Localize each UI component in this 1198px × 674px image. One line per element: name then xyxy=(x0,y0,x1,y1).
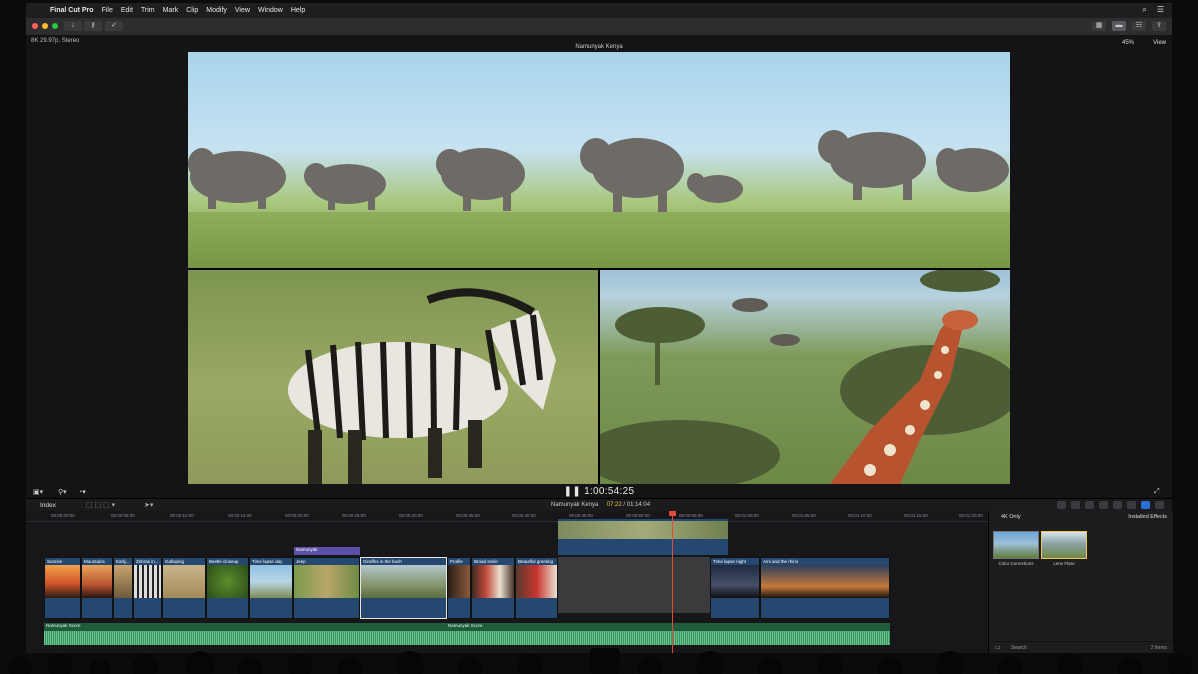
solo-icon[interactable] xyxy=(1085,501,1094,509)
zoom-window-button[interactable] xyxy=(52,23,58,29)
effects-browser: 4K Only Installed Effects Color Correcti… xyxy=(988,511,1173,653)
ruler-tick: 00:00:55:00 xyxy=(679,513,703,518)
effects-browser-icon[interactable] xyxy=(1141,501,1150,509)
keyword-icon[interactable]: ⚷ xyxy=(84,21,102,31)
import-icon[interactable]: ↓ xyxy=(64,21,82,31)
ruler-tick: 00:00:20:00 xyxy=(285,513,309,518)
toolbar: ↓ ⚷ ✓ ▦ ▬ ☷ ⇪ xyxy=(26,18,1172,36)
gap-clip[interactable] xyxy=(558,557,710,613)
skimming-icon[interactable] xyxy=(1071,501,1080,509)
share-icon[interactable]: ⇪ xyxy=(1152,21,1166,31)
project-info: Namunyak Kenya 07:22 / 01:14:04 xyxy=(551,502,651,508)
window-controls xyxy=(32,23,58,29)
select-tool-icon[interactable]: ➤▾ xyxy=(144,501,153,509)
menu-mark[interactable]: Mark xyxy=(163,7,179,14)
clip-sunrise[interactable]: Sunrise xyxy=(44,557,81,619)
audio-meter-icon[interactable] xyxy=(1057,501,1066,509)
viewer-timecode: ❚❚ 1:00:54:25 xyxy=(563,486,635,497)
clip-beautiful-greeting[interactable]: Beautiful greeting xyxy=(515,557,558,619)
project-duration: 01:14:04 xyxy=(626,502,651,508)
ruler-tick: 00:00:00:00 xyxy=(51,513,75,518)
menu-modify[interactable]: Modify xyxy=(206,7,227,14)
snapping-icon[interactable] xyxy=(1099,501,1108,509)
effect-lens-flare[interactable]: Lens Flare xyxy=(1041,531,1087,566)
elephants-frame xyxy=(188,52,1010,268)
playhead[interactable] xyxy=(672,511,673,653)
list-icon[interactable]: ☰ xyxy=(1157,5,1164,15)
menu-window[interactable]: Window xyxy=(258,7,283,14)
giraffe-frame xyxy=(600,270,1010,484)
clip-ami-and-the-rhino[interactable]: Ami and the rhino xyxy=(760,557,890,619)
viewer-clip-title: Namunyak Kenya xyxy=(575,44,623,50)
timeline-header: Index ⬚ ⬚ ⬚ ▾ ➤▾ Namunyak Kenya 07:22 / … xyxy=(26,498,1172,512)
current-position: 07:22 xyxy=(606,502,622,508)
inspector-toggle-icon[interactable]: ☷ xyxy=(1132,21,1146,31)
timeline-toggle-icon[interactable]: ▬ xyxy=(1112,21,1126,31)
menu-clip[interactable]: Clip xyxy=(186,7,198,14)
menu-trim[interactable]: Trim xyxy=(141,7,155,14)
ruler-tick: 00:00:50:00 xyxy=(626,513,650,518)
ruler-tick: 00:00:40:00 xyxy=(512,513,536,518)
audience-silhouettes xyxy=(8,648,1193,674)
ruler-tick: 00:01:00:00 xyxy=(735,513,759,518)
viewer-canvas[interactable] xyxy=(188,52,1010,484)
clip-zebras[interactable]: Zebras in... xyxy=(133,557,162,619)
edit-tools-icon[interactable]: ⬚ ⬚ ⬚ ▾ xyxy=(86,501,115,509)
clip-profile[interactable]: Profile xyxy=(447,557,471,619)
timeline-right-controls xyxy=(1057,501,1164,509)
menu-view[interactable]: View xyxy=(235,7,250,14)
ruler-tick: 00:01:15:00 xyxy=(904,513,928,518)
close-window-button[interactable] xyxy=(32,23,38,29)
clip-time-lapse-day[interactable]: Time lapse day xyxy=(249,557,293,619)
ruler-tick: 00:00:35:00 xyxy=(456,513,480,518)
background-tasks-icon[interactable]: ✓ xyxy=(105,21,123,31)
connected-clip[interactable] xyxy=(558,519,728,555)
view-dropdown[interactable]: View xyxy=(1153,40,1166,46)
clip-time-lapse-night[interactable]: Time lapse night xyxy=(710,557,760,619)
menu-file[interactable]: File xyxy=(102,7,113,14)
title-clip[interactable]: Namunyak xyxy=(294,547,360,555)
effects-header: 4K Only Installed Effects xyxy=(989,511,1173,521)
app-screen: Final Cut Pro File Edit Trim Mark Clip M… xyxy=(26,3,1173,653)
video-effects-icon[interactable] xyxy=(1127,501,1136,509)
effects-category-dropdown[interactable]: Installed Effects xyxy=(1128,514,1167,520)
ruler-tick: 00:01:10:00 xyxy=(848,513,872,518)
ruler-tick: 00:00:05:00 xyxy=(111,513,135,518)
menu-bar: Final Cut Pro File Edit Trim Mark Clip M… xyxy=(26,3,1172,18)
clip-beetle-closeup[interactable]: Beetle closeup xyxy=(206,557,249,619)
play-pause-icon[interactable]: ❚❚ xyxy=(564,486,584,497)
ruler-tick: 00:00:10:00 xyxy=(170,513,194,518)
ruler-tick: 00:00:25:00 xyxy=(342,513,366,518)
ruler-tick: 00:01:20:00 xyxy=(959,513,983,518)
timeline[interactable]: 00:00:00:00 00:00:05:00 00:00:10:00 00:0… xyxy=(26,511,988,653)
ruler-tick: 00:00:30:00 xyxy=(399,513,423,518)
viewer-header: 8K 29.97p, Stereo Namunyak Kenya 45% Vie… xyxy=(26,36,1172,50)
effect-color-corrections[interactable]: Color Corrections xyxy=(993,531,1039,566)
ruler-tick: 00:00:45:00 xyxy=(569,513,593,518)
index-button[interactable]: Index xyxy=(40,502,56,509)
menu-app[interactable]: Final Cut Pro xyxy=(50,7,94,14)
clip-early[interactable]: Early... xyxy=(113,557,133,619)
menu-help[interactable]: Help xyxy=(291,7,305,14)
audio-clip-score-1[interactable]: Namunyak Score xyxy=(44,623,446,645)
4k-filter-checkbox[interactable]: 4K Only xyxy=(1001,514,1021,520)
clip-jeep[interactable]: Jeep xyxy=(293,557,360,619)
ruler-tick: 00:01:05:00 xyxy=(792,513,816,518)
browser-toggle-icon[interactable]: ▦ xyxy=(1092,21,1106,31)
audio-clip-score-2[interactable]: Namunyak Score xyxy=(446,623,890,645)
clip-mountains[interactable]: Mountains xyxy=(81,557,113,619)
zoom-dropdown[interactable]: 45% xyxy=(1122,40,1134,46)
ruler-tick: 00:00:15:00 xyxy=(228,513,252,518)
minimize-window-button[interactable] xyxy=(42,23,48,29)
clip-galloping[interactable]: Galloping xyxy=(162,557,206,619)
transitions-icon[interactable] xyxy=(1155,501,1164,509)
audio-skimming-icon[interactable] xyxy=(1113,501,1122,509)
menu-edit[interactable]: Edit xyxy=(121,7,133,14)
clip-giraffes-in-the-bush[interactable]: Giraffes in the bush xyxy=(360,557,447,619)
search-icon[interactable]: ⌕ xyxy=(1142,5,1146,15)
clip-broad-smile[interactable]: Broad smile xyxy=(471,557,515,619)
zebra-frame xyxy=(188,270,598,484)
timeline-ruler[interactable]: 00:00:00:00 00:00:05:00 00:00:10:00 00:0… xyxy=(26,511,988,522)
